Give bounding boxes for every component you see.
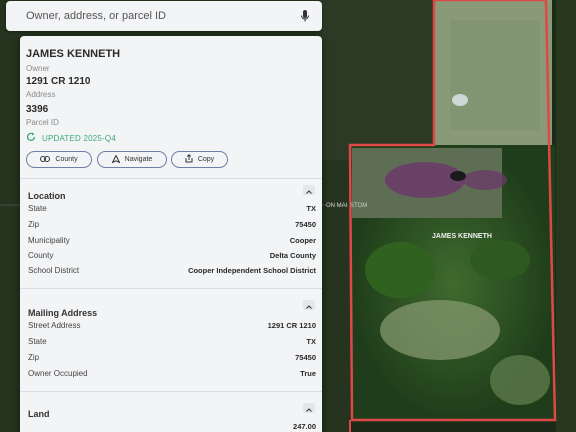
parcel-id-value: 3396 — [26, 104, 49, 115]
mailing-row: Owner Occupied True — [28, 369, 316, 381]
divider — [20, 178, 322, 179]
row-value: Cooper Independent School District — [188, 266, 316, 275]
location-collapse-button[interactable] — [303, 185, 315, 195]
row-label: State — [28, 204, 47, 213]
row-value: Delta County — [269, 251, 316, 260]
refresh-icon — [26, 132, 36, 144]
row-value: True — [300, 369, 316, 378]
chevron-up-icon — [306, 181, 312, 199]
location-row: State TX — [28, 204, 316, 216]
mailing-section-title: Mailing Address — [28, 308, 98, 318]
county-button[interactable]: County — [26, 151, 92, 168]
mailing-row: Street Address 1291 CR 1210 — [28, 321, 316, 333]
row-value: TX — [306, 337, 316, 346]
microphone-icon[interactable] — [298, 8, 312, 24]
road-label: ON MAI — [326, 203, 348, 209]
updated-text: UPDATED 2025-Q4 — [42, 133, 116, 143]
mailing-collapse-button[interactable] — [303, 300, 315, 310]
divider — [20, 391, 322, 392]
location-row: County Delta County — [28, 251, 316, 263]
parcel-map-label: JAMES KENNETH — [432, 233, 492, 240]
chevron-up-icon — [306, 296, 312, 314]
copy-button-label: Copy — [197, 156, 215, 163]
address-caption: Address — [26, 90, 56, 99]
row-value: 75450 — [295, 353, 316, 362]
location-row: Municipality Cooper — [28, 236, 316, 248]
mailing-row: Zip 75450 — [28, 353, 316, 365]
row-value: 75450 — [295, 220, 316, 229]
updated-status: UPDATED 2025-Q4 — [26, 132, 116, 144]
copy-button[interactable]: Copy — [171, 151, 228, 168]
location-row: Zip 75450 — [28, 220, 316, 232]
navigate-icon — [111, 153, 121, 165]
location-row: School District Cooper Independent Schoo… — [28, 266, 316, 278]
chevron-up-icon — [306, 399, 312, 417]
owner-name: JAMES KENNETH — [26, 48, 121, 60]
parcel-details-panel: JAMES KENNETH Owner 1291 CR 1210 Address… — [20, 36, 322, 432]
navigate-button-label: Navigate — [124, 156, 153, 163]
row-label: County — [28, 251, 54, 260]
mailing-row: State TX — [28, 337, 316, 349]
row-label: Owner Occupied — [28, 369, 88, 378]
row-value: Cooper — [289, 236, 316, 245]
row-label: Zip — [28, 220, 40, 229]
search-input[interactable]: Owner, address, or parcel ID — [26, 10, 298, 22]
share-icon — [185, 154, 193, 165]
row-label: Zip — [28, 353, 40, 362]
row-label: Municipality — [28, 236, 70, 245]
address-value: 1291 CR 1210 — [26, 76, 91, 87]
navigate-button[interactable]: Navigate — [97, 151, 167, 168]
row-label: School District — [28, 266, 80, 275]
land-row: 247.00 — [28, 422, 316, 432]
location-section-title: Location — [28, 191, 66, 201]
county-button-label: County — [55, 156, 78, 163]
row-value: 1291 CR 1210 — [267, 321, 316, 330]
row-label: State — [28, 337, 47, 346]
land-section-title: Land — [28, 409, 50, 419]
row-value: 247.00 — [293, 422, 316, 431]
row-value: TX — [306, 204, 316, 213]
land-collapse-button[interactable] — [303, 403, 315, 413]
link-icon — [40, 155, 51, 164]
row-label: Street Address — [28, 321, 81, 330]
road-label-2: STOM — [350, 203, 367, 209]
divider — [20, 288, 322, 289]
owner-caption: Owner — [26, 64, 50, 73]
parcel-id-caption: Parcel ID — [26, 118, 59, 127]
search-bar[interactable]: Owner, address, or parcel ID — [6, 1, 322, 31]
